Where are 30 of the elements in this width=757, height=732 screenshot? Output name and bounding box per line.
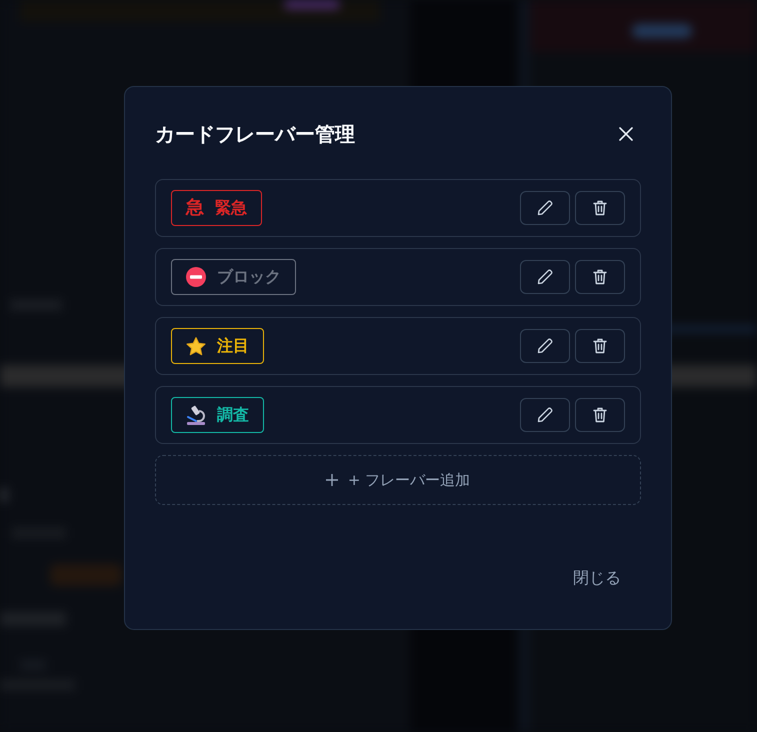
flavor-label: 調査 — [217, 404, 249, 426]
plus-icon — [326, 474, 338, 486]
add-flavor-button[interactable]: + フレーバー追加 — [155, 455, 641, 505]
edit-button[interactable] — [520, 191, 570, 225]
pencil-icon — [537, 269, 553, 285]
delete-button[interactable] — [575, 329, 625, 363]
trash-icon — [593, 200, 607, 216]
edit-button[interactable] — [520, 260, 570, 294]
edit-button[interactable] — [520, 329, 570, 363]
dialog-title: カードフレーバー管理 — [155, 121, 355, 148]
flavor-symbol: 急 — [186, 197, 204, 219]
close-button[interactable] — [618, 126, 634, 142]
delete-button[interactable] — [575, 398, 625, 432]
edit-button[interactable] — [520, 398, 570, 432]
trash-icon — [593, 338, 607, 354]
flavor-label: 緊急 — [215, 197, 247, 219]
pencil-icon — [537, 200, 553, 216]
star-icon — [186, 336, 206, 356]
microscope-icon — [186, 405, 206, 425]
close-text-button[interactable]: 閉じる — [557, 560, 641, 597]
flavor-label: ブロック — [217, 266, 281, 288]
no-entry-icon — [186, 267, 206, 287]
delete-button[interactable] — [575, 191, 625, 225]
trash-icon — [593, 269, 607, 285]
delete-button[interactable] — [575, 260, 625, 294]
trash-icon — [593, 407, 607, 423]
pencil-icon — [537, 407, 553, 423]
pencil-icon — [537, 338, 553, 354]
flavor-label: 注目 — [217, 335, 249, 357]
close-icon — [618, 126, 634, 142]
